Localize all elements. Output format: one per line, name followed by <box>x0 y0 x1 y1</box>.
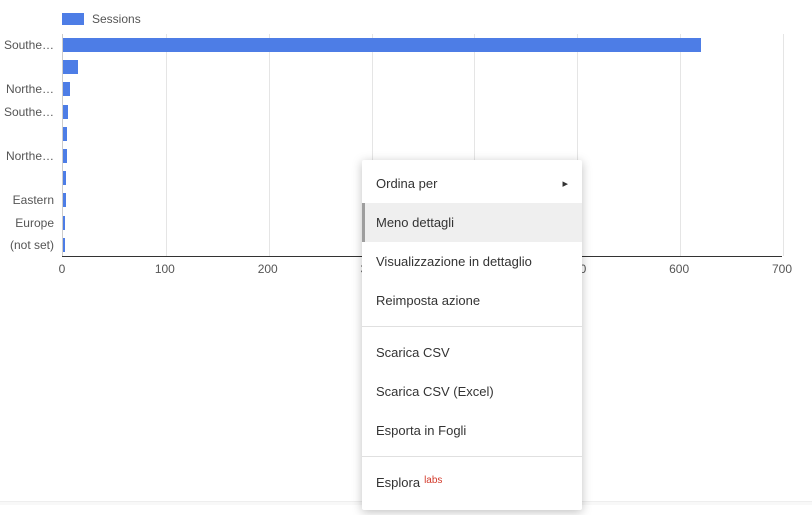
menu-item-explore[interactable]: Esploralabs <box>362 463 582 502</box>
menu-item-download-csv-excel[interactable]: Scarica CSV (Excel) <box>362 372 582 411</box>
y-tick-label: (not set) <box>0 234 54 256</box>
grid-line <box>783 34 784 256</box>
y-axis-labels: Southe…Northe…Southe…Northe…EasternEurop… <box>0 34 58 256</box>
menu-item-label: Esporta in Fogli <box>376 423 466 438</box>
bar[interactable] <box>63 82 70 96</box>
y-tick-label <box>0 123 54 145</box>
bar-band <box>63 56 782 78</box>
menu-item-drill-down[interactable]: Visualizzazione in dettaglio <box>362 242 582 281</box>
menu-item-label: Meno dettagli <box>376 215 454 230</box>
y-tick-label: Southe… <box>0 34 54 56</box>
bar-band <box>63 78 782 100</box>
menu-item-export-sheets[interactable]: Esporta in Fogli <box>362 411 582 450</box>
bar[interactable] <box>63 127 67 141</box>
legend-swatch <box>62 13 84 25</box>
bar-band <box>63 34 782 56</box>
bar[interactable] <box>63 171 66 185</box>
x-tick-label: 100 <box>155 262 175 276</box>
y-tick-label <box>0 56 54 78</box>
bar[interactable] <box>63 149 67 163</box>
chart-legend: Sessions <box>62 12 812 26</box>
menu-item-reset-action[interactable]: Reimposta azione <box>362 281 582 320</box>
labs-badge: labs <box>424 475 442 486</box>
legend-label: Sessions <box>92 12 141 26</box>
bar[interactable] <box>63 38 701 52</box>
bar-band <box>63 123 782 145</box>
x-tick-label: 200 <box>258 262 278 276</box>
y-tick-label: Eastern <box>0 189 54 211</box>
menu-item-label: Reimposta azione <box>376 293 480 308</box>
y-tick-label: Northe… <box>0 145 54 167</box>
y-tick-label: Northe… <box>0 78 54 100</box>
bar[interactable] <box>63 193 66 207</box>
y-tick-label: Europe <box>0 212 54 234</box>
menu-separator <box>362 456 582 457</box>
y-tick-label: Southe… <box>0 101 54 123</box>
bar-band <box>63 101 782 123</box>
bar[interactable] <box>63 238 65 252</box>
menu-item-label: Ordina per <box>376 176 437 191</box>
menu-item-download-csv[interactable]: Scarica CSV <box>362 333 582 372</box>
bar[interactable] <box>63 60 78 74</box>
menu-item-label: Scarica CSV <box>376 345 450 360</box>
x-tick-label: 0 <box>59 262 66 276</box>
x-tick-label: 600 <box>669 262 689 276</box>
x-tick-label: 700 <box>772 262 792 276</box>
menu-separator <box>362 326 582 327</box>
menu-item-label: Visualizzazione in dettaglio <box>376 254 532 269</box>
sessions-bar-chart: Sessions Southe…Northe…Southe…Northe…Eas… <box>0 0 812 515</box>
chart-context-menu: Ordina per ▸ Meno dettagli Visualizzazio… <box>362 160 582 510</box>
menu-item-label: Scarica CSV (Excel) <box>376 384 494 399</box>
bar[interactable] <box>63 216 65 230</box>
menu-item-label: Esploralabs <box>376 475 442 490</box>
menu-item-less-detail[interactable]: Meno dettagli <box>362 203 582 242</box>
submenu-arrow-icon: ▸ <box>562 177 568 190</box>
bar[interactable] <box>63 105 68 119</box>
y-tick-label <box>0 167 54 189</box>
menu-item-sort-by[interactable]: Ordina per ▸ <box>362 164 582 203</box>
